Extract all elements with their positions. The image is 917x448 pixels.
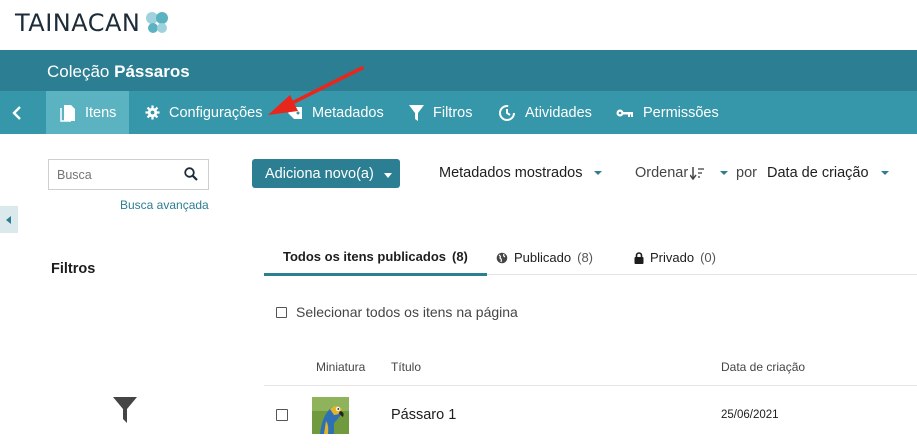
nav-item-permissoes[interactable]: Permissões [616,91,719,134]
tag-icon [287,106,303,120]
items-icon [60,104,76,122]
chevron-down-icon [594,171,603,175]
gear-icon [145,105,160,120]
tab-label: Todos os itens publicados [283,249,446,264]
status-tabs: Todos os itens publicados (8) Publicado … [264,240,917,276]
filter-funnel-icon [113,397,137,428]
chevron-left-icon [12,105,21,120]
search-box [48,159,209,190]
sort-by-label: por [736,165,757,181]
nav-item-filtros[interactable]: Filtros [409,91,472,134]
chevron-down-icon [383,166,392,182]
activity-icon [498,104,516,122]
collection-title: Coleção Pássaros [47,62,190,82]
sort-field-dropdown[interactable]: Data de criação [767,165,889,181]
caret-left-icon [6,215,11,224]
nav-item-label: Permissões [643,104,719,121]
sort-label: Ordenar [635,165,689,181]
nav-item-label: Atividades [525,104,592,121]
advanced-search-link[interactable]: Busca avançada [120,198,209,212]
metadata-shown-label: Metadados mostrados [439,165,583,181]
chevron-down-icon [880,171,889,175]
butterfly-logo-icon [144,10,170,36]
sort-direction-icon [690,166,705,180]
collection-header: Coleção Pássaros [0,50,917,91]
nav-item-metadados[interactable]: Metadados [287,91,384,134]
column-header-thumbnail[interactable]: Miniatura [316,360,365,374]
collection-prefix: Coleção [47,62,110,81]
item-thumbnail[interactable] [312,397,349,434]
key-icon [616,108,634,118]
logo-text: TAINACAN [15,9,141,37]
select-all-checkbox[interactable] [276,306,287,318]
sort-order-dropdown[interactable]: Ordenar [635,165,729,181]
nav-item-label: Configurações [169,104,263,121]
select-all-label: Selecionar todos os itens na página [296,304,518,320]
row-checkbox[interactable] [276,409,288,421]
filters-title: Filtros [51,261,96,277]
item-title[interactable]: Pássaro 1 [391,407,456,423]
column-header-title[interactable]: Título [391,360,421,374]
collection-name: Pássaros [114,62,190,81]
sort-field-value: Data de criação [767,165,869,181]
search-input[interactable] [49,160,169,189]
tab-count: (8) [452,249,468,264]
top-bar: TAINACAN [0,0,917,50]
nav-item-label: Itens [85,104,117,121]
collection-nav: Itens Configurações Metadados Filtros At… [0,91,917,134]
column-header-created[interactable]: Data de criação [721,360,805,374]
search-icon[interactable] [184,167,198,186]
nav-item-label: Filtros [433,104,473,121]
add-new-label: Adiciona novo(a) [265,165,374,182]
lock-icon [634,251,644,264]
sidebar-toggle[interactable] [0,206,18,233]
select-all-items[interactable]: Selecionar todos os itens na página [276,304,518,320]
tab-private[interactable]: Privado (0) [634,240,716,275]
item-created-date: 25/06/2021 [721,409,779,421]
nav-item-label: Metadados [312,104,384,121]
table-divider [264,385,917,386]
nav-item-configuracoes[interactable]: Configurações [145,91,263,134]
tab-count: (8) [577,250,593,265]
chevron-down-icon [720,171,729,175]
back-button[interactable] [0,91,34,134]
add-new-button[interactable]: Adiciona novo(a) [252,159,400,188]
tab-count: (0) [700,250,716,265]
nav-item-atividades[interactable]: Atividades [498,91,592,134]
tab-label: Privado [650,250,695,265]
tab-all-published[interactable]: Todos os itens publicados (8) [264,240,487,276]
globe-icon [496,252,508,264]
metadata-shown-dropdown[interactable]: Metadados mostrados [439,165,603,181]
tab-label: Publicado [514,250,572,265]
tainacan-logo[interactable]: TAINACAN [15,9,170,37]
nav-item-itens[interactable]: Itens [46,91,130,134]
filter-icon [409,104,424,121]
macaw-image [312,397,349,434]
tab-published[interactable]: Publicado (8) [496,240,593,275]
